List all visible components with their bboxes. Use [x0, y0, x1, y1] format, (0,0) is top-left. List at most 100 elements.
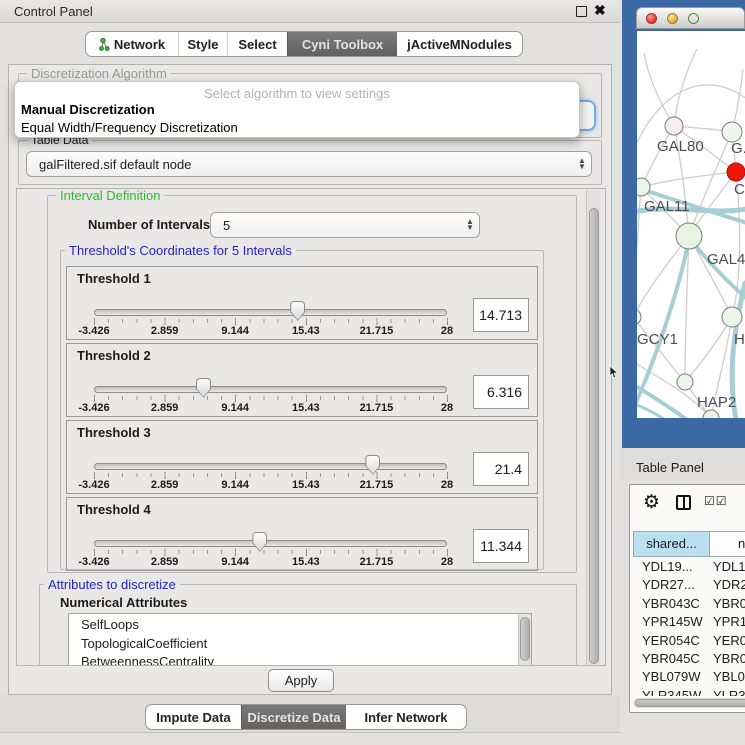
table-panel-title: Table Panel — [636, 460, 704, 475]
scale-label: 2.859 — [151, 556, 179, 568]
GAL4-node[interactable] — [676, 223, 702, 249]
zoom-traffic-light[interactable] — [688, 13, 699, 24]
threshold-1-value-field[interactable]: 14.713 — [473, 298, 529, 332]
threshold-1-panel: Threshold 1 -3.426 2.859 9.144 15.43 21.… — [66, 266, 538, 340]
node-table-panel: ⚙ ☑☑ shared... n... YDL19...YDL1YDR27...… — [629, 484, 745, 713]
node-label: C — [734, 181, 745, 198]
table-row[interactable]: YBR043CYBR0 — [633, 595, 745, 613]
interval-definition-group: Interval Definition Number of Intervals … — [47, 195, 577, 573]
scale-label: -3.426 — [78, 402, 109, 414]
table-row[interactable]: YBL079WYBL0 — [633, 668, 745, 686]
screen: Control Panel ✖ Network Style Select Cyn… — [0, 0, 745, 745]
numerical-attributes-list[interactable]: SelfLoopsTopologicalCoefficientBetweenne… — [68, 613, 532, 666]
split-columns-icon[interactable] — [676, 495, 691, 510]
threshold-4-slider[interactable] — [94, 540, 447, 547]
table-data-combobox[interactable]: galFiltered.sif default node ▲▼ — [26, 151, 592, 177]
HAP2-node[interactable] — [677, 374, 693, 390]
GCY1-node[interactable] — [637, 309, 641, 325]
table-cell: YDL1 — [713, 558, 745, 576]
tab-network[interactable]: Network — [86, 32, 178, 56]
scale-label: 21.715 — [360, 325, 394, 337]
tab-style[interactable]: Style — [178, 32, 227, 56]
tab-label: Style — [187, 37, 218, 52]
threshold-2-slider[interactable] — [94, 386, 447, 393]
column-header-name[interactable]: n... — [709, 531, 745, 557]
dropdown-hint: Select algorithm to view settings — [15, 82, 579, 101]
GAL80-node[interactable] — [665, 117, 683, 135]
float-window-icon[interactable] — [576, 6, 587, 17]
attributes-group: Attributes to discretize Numerical Attri… — [39, 584, 577, 666]
stepper-arrows-icon[interactable]: ▲▼ — [573, 158, 591, 170]
table-cell: YPR1 — [713, 613, 745, 631]
tab-jactivemnodules[interactable]: jActiveMNodules — [397, 32, 522, 56]
tab-infer-network[interactable]: Infer Network — [346, 705, 466, 729]
table-row[interactable]: YDR27...YDR2 — [633, 576, 745, 594]
tab-discretize-data[interactable]: Discretize Data — [241, 705, 346, 729]
tab-impute-data[interactable]: Impute Data — [146, 705, 241, 729]
list-scrollbar[interactable] — [518, 614, 531, 666]
list-item[interactable]: BetweennessCentrality — [69, 653, 531, 666]
dropdown-option-manual-discretization[interactable]: Manual Discretization — [15, 101, 579, 119]
threshold-1-slider[interactable] — [94, 309, 447, 316]
scale-label: 15.43 — [292, 556, 320, 568]
scale-label: -3.426 — [78, 479, 109, 491]
tab-label: Discretize Data — [247, 710, 340, 725]
group-title: Attributes to discretize — [44, 577, 180, 592]
scale-label: -3.426 — [78, 325, 109, 337]
column-header-shared-name[interactable]: shared... — [633, 531, 710, 557]
number-of-intervals-combobox[interactable]: 5 ▲▼ — [210, 212, 480, 238]
panel-title: Control Panel — [14, 4, 93, 19]
combobox-value: galFiltered.sif default node — [27, 157, 573, 172]
scale-label: 2.859 — [151, 325, 179, 337]
scale-label: 15.43 — [292, 479, 320, 491]
dropdown-option-equal-width-frequency[interactable]: Equal Width/Frequency Discretization — [15, 119, 579, 137]
table-row[interactable]: YDL19... YDL1 — [633, 558, 745, 576]
list-item[interactable]: TopologicalCoefficient — [69, 635, 531, 654]
threshold-3-slider[interactable] — [94, 463, 447, 470]
scale-label: 21.715 — [360, 479, 394, 491]
table-cell: YDR27... — [642, 576, 695, 594]
table-row[interactable]: YBR045CYBR0 — [633, 650, 745, 668]
stepper-arrows-icon[interactable]: ▲▼ — [461, 219, 479, 231]
table-row[interactable]: YLR345WYLR3 — [633, 687, 745, 696]
table-cell: YPR145W — [642, 613, 703, 631]
tab-label: Cyni Toolbox — [302, 37, 383, 52]
scale-label: 28 — [441, 556, 453, 568]
list-item[interactable]: SelfLoops — [69, 616, 531, 635]
numerical-attributes-label: Numerical Attributes — [60, 595, 187, 610]
tab-select[interactable]: Select — [227, 32, 287, 56]
attr-list-items: SelfLoopsTopologicalCoefficientBetweenne… — [69, 614, 531, 666]
threshold-3-value-field[interactable]: 21.4 — [473, 452, 529, 486]
tab-cyni-toolbox[interactable]: Cyni Toolbox — [287, 32, 397, 56]
threshold-4-value-field[interactable]: 11.344 — [473, 529, 529, 563]
settings-scrollbar[interactable] — [586, 190, 600, 666]
node-label: HAP2 — [697, 394, 736, 411]
H-node[interactable] — [722, 307, 742, 327]
threshold-4-panel: Threshold 4 -3.426 2.859 9.144 15.43 21.… — [66, 497, 538, 571]
control-panel-tabbar: Network Style Select Cyni Toolbox jActiv… — [85, 31, 523, 57]
close-traffic-light[interactable] — [646, 13, 657, 24]
close-icon[interactable]: ✖ — [594, 2, 606, 19]
table-horizontal-scrollbar[interactable] — [633, 698, 745, 708]
minimize-traffic-light[interactable] — [667, 13, 678, 24]
gear-icon[interactable]: ⚙ — [643, 491, 660, 514]
table-cell: YBR045C — [642, 650, 700, 668]
scale-label: 9.144 — [221, 402, 249, 414]
network-canvas[interactable]: GAL80G.CGAL11GAL4GCY1HHAP2 — [637, 31, 745, 418]
node-label: GAL80 — [657, 138, 704, 155]
apply-button[interactable]: Apply — [268, 669, 334, 692]
node-label: H — [734, 331, 745, 348]
scale-label: 2.859 — [151, 402, 179, 414]
threshold-2-value-field[interactable]: 6.316 — [473, 375, 529, 409]
control-panel-titlebar: Control Panel ✖ — [0, 0, 620, 23]
network-view-window: GAL80G.CGAL11GAL4GCY1HHAP2 — [622, 0, 745, 448]
red-node[interactable] — [727, 163, 745, 181]
tab-label: Infer Network — [364, 710, 447, 725]
table-row[interactable]: YPR145W YPR1 — [633, 613, 745, 631]
select-columns-icon[interactable]: ☑☑ — [704, 494, 728, 508]
GAL11-node[interactable] — [637, 178, 650, 196]
top-right-node[interactable] — [722, 122, 742, 142]
table-cell: YDL19... — [642, 558, 693, 576]
table-row[interactable]: YER054CYER0 — [633, 632, 745, 650]
group-title: Discretization Algorithm — [27, 66, 171, 81]
